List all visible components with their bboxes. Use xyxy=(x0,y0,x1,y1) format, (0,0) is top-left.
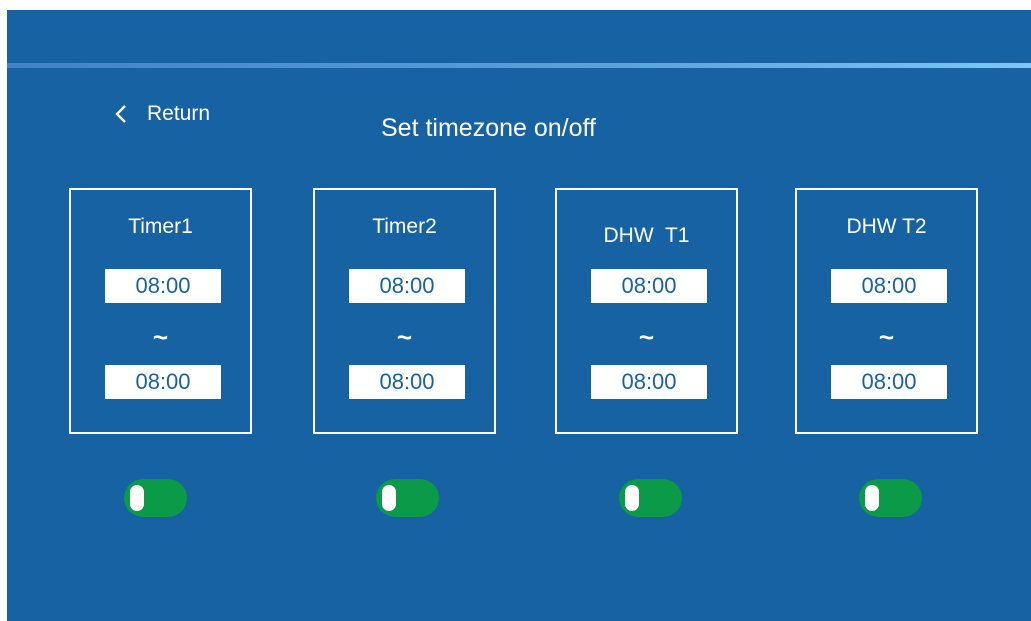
start-time-field[interactable]: 08:00 xyxy=(591,269,707,303)
timer-card-dhw-t1: DHW T1 08:00 ~ 08:00 xyxy=(555,188,738,434)
chevron-left-icon xyxy=(115,104,127,124)
dhw-t1-toggle[interactable] xyxy=(619,479,682,517)
header-divider xyxy=(7,63,1031,68)
dhw-t2-toggle[interactable] xyxy=(859,479,922,517)
timer2-toggle[interactable] xyxy=(376,479,439,517)
range-separator: ~ xyxy=(878,322,895,352)
return-label: Return xyxy=(147,102,211,125)
range-separator: ~ xyxy=(638,322,655,352)
timer-card-timer1: Timer1 08:00 ~ 08:00 xyxy=(69,188,252,434)
timer1-toggle[interactable] xyxy=(124,479,187,517)
start-time-field[interactable]: 08:00 xyxy=(349,269,465,303)
end-time-field[interactable]: 08:00 xyxy=(105,365,221,399)
timer-card-title: Timer1 xyxy=(128,215,193,238)
end-time-field[interactable]: 08:00 xyxy=(831,365,947,399)
timer-card-title: DHW T1 xyxy=(603,224,690,247)
start-time-field[interactable]: 08:00 xyxy=(105,269,221,303)
range-separator: ~ xyxy=(152,322,169,352)
toggle-knob xyxy=(865,485,879,511)
timer-card-timer2: Timer2 08:00 ~ 08:00 xyxy=(313,188,496,434)
timer-card-title: DHW T2 xyxy=(846,215,927,238)
end-time-field[interactable]: 08:00 xyxy=(349,365,465,399)
toggle-knob xyxy=(382,485,396,511)
toggle-knob xyxy=(130,485,144,511)
page-title: Set timezone on/off xyxy=(381,114,596,142)
timer-card-title: Timer2 xyxy=(372,215,437,238)
screen: Return Set timezone on/off Timer1 08:00 … xyxy=(7,10,1031,621)
end-time-field[interactable]: 08:00 xyxy=(591,365,707,399)
toggle-knob xyxy=(625,485,639,511)
timer-card-dhw-t2: DHW T2 08:00 ~ 08:00 xyxy=(795,188,978,434)
return-button[interactable]: Return xyxy=(115,99,210,129)
range-separator: ~ xyxy=(396,322,413,352)
start-time-field[interactable]: 08:00 xyxy=(831,269,947,303)
